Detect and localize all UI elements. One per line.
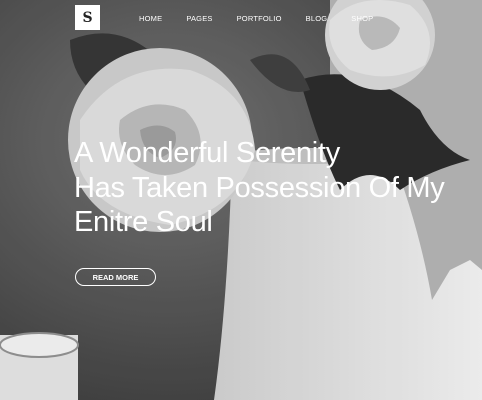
hero-section: S HOME PAGES PORTFOLIO BLOG SHOP A Wonde… [0,0,482,400]
read-more-button[interactable]: READ MORE [75,268,156,286]
nav-item-home[interactable]: HOME [139,14,162,23]
nav-item-blog[interactable]: BLOG [306,14,328,23]
logo-letter: S [82,9,93,26]
main-navigation: HOME PAGES PORTFOLIO BLOG SHOP [139,14,397,23]
nav-item-portfolio[interactable]: PORTFOLIO [237,14,282,23]
headline-line-2: Has Taken Possession Of My [74,171,445,204]
headline-line-1: A Wonderful Serenity [74,137,340,169]
hero-headline: A Wonderful Serenity Has Taken Possessio… [74,136,445,240]
nav-item-pages[interactable]: PAGES [186,14,212,23]
site-logo[interactable]: S [75,5,100,30]
nav-item-shop[interactable]: SHOP [351,14,373,23]
headline-line-3: Enitre Soul [74,206,213,238]
